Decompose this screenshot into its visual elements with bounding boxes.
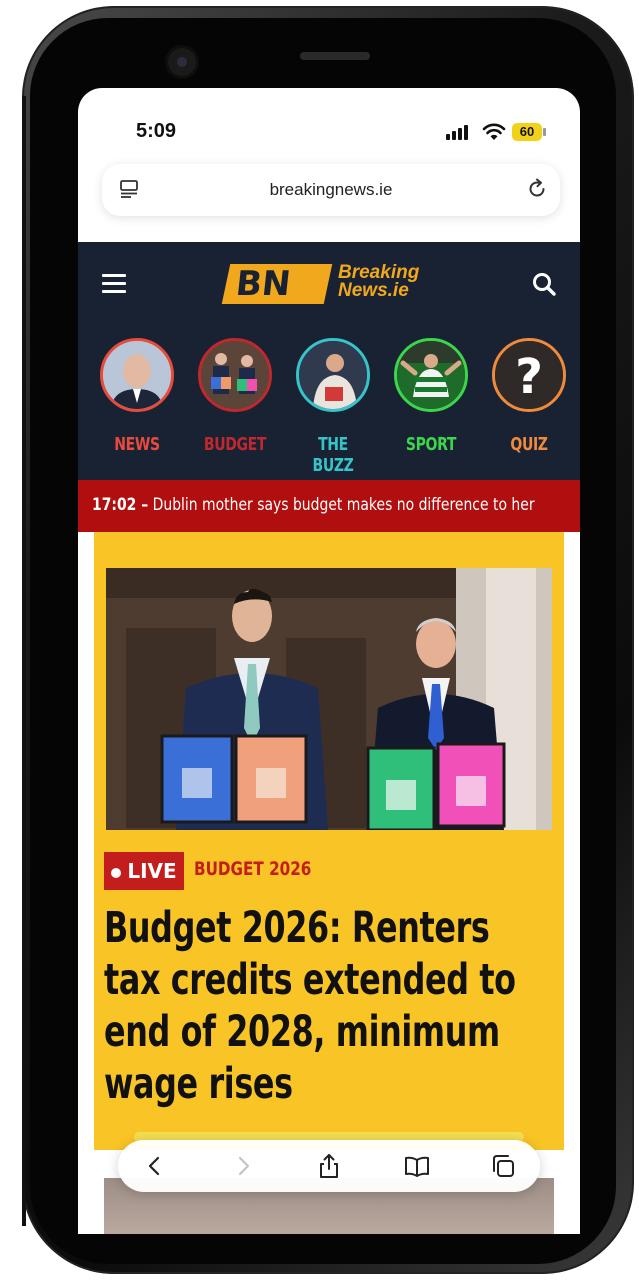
- tabs-icon[interactable]: [490, 1153, 516, 1179]
- live-dot-icon: [111, 867, 122, 878]
- story-label: SPORT: [405, 434, 457, 455]
- bookmarks-icon[interactable]: [404, 1153, 430, 1179]
- article-headline[interactable]: Budget 2026: Renters tax credits extende…: [104, 902, 533, 1110]
- wifi-icon: [482, 123, 506, 140]
- back-icon[interactable]: [142, 1153, 168, 1179]
- logo-wordmark: Breaking News.ie: [338, 263, 419, 301]
- news-avatar-image: [103, 341, 171, 409]
- phone-edge: [22, 96, 26, 1226]
- status-bar: 5:09 60: [78, 88, 580, 168]
- story-label: BUDGET: [203, 434, 267, 455]
- signal-icon: [446, 124, 468, 140]
- live-badge-label: LIVE: [127, 859, 177, 883]
- menu-icon[interactable]: [102, 274, 126, 294]
- headline-line: wage rises: [104, 1059, 293, 1109]
- lead-story-image[interactable]: [106, 568, 552, 830]
- logo-mark: BN: [221, 264, 333, 304]
- story-ring: [100, 338, 174, 412]
- headline-line: tax credits extended to: [104, 955, 516, 1005]
- story-label: THE BUZZ: [312, 434, 354, 476]
- camera-icon: [168, 48, 196, 76]
- site-logo[interactable]: BN Breaking News.ie: [221, 262, 436, 308]
- main-content: LIVE BUDGET 2026 Budget 2026: Renters ta…: [78, 532, 580, 1234]
- logo-mark-text: BN: [233, 264, 293, 304]
- question-mark-icon: ?: [495, 341, 563, 409]
- story-news[interactable]: NEWS: [92, 338, 182, 455]
- budget-avatar-image: [201, 341, 269, 409]
- news-ticker[interactable]: 17:02 – Dublin mother says budget makes …: [78, 480, 580, 532]
- browser-toolbar: [118, 1140, 540, 1192]
- address-bar[interactable]: breakingnews.ie: [102, 164, 560, 216]
- story-label: NEWS: [114, 434, 160, 455]
- svg-text:?: ?: [515, 349, 543, 405]
- speaker-grille: [300, 52, 370, 60]
- share-icon[interactable]: [316, 1153, 342, 1179]
- battery-cap: [543, 128, 546, 136]
- reload-icon[interactable]: [526, 178, 548, 200]
- phone-screen: 5:09 60 breakingnews.ie BN Breaking News…: [78, 88, 580, 1234]
- story-circles: NEWS BUDGET THE BUZZ SPORT ? QUIZ: [78, 338, 580, 476]
- headline-line: Budget 2026: Renters: [104, 903, 490, 953]
- story-budget[interactable]: BUDGET: [190, 338, 280, 455]
- ticker-time: 17:02 –: [92, 495, 149, 515]
- buzz-avatar-image: [299, 341, 367, 409]
- story-sport[interactable]: SPORT: [386, 338, 476, 455]
- live-badge: LIVE: [104, 852, 184, 890]
- sport-avatar-image: [397, 341, 465, 409]
- status-time: 5:09: [136, 120, 177, 142]
- ticker-item[interactable]: 17:02 – Dublin mother says budget makes …: [92, 495, 535, 515]
- headline-line: end of 2028, minimum: [104, 1007, 500, 1057]
- forward-icon[interactable]: [230, 1153, 256, 1179]
- story-label: QUIZ: [510, 434, 548, 455]
- article-category[interactable]: BUDGET 2026: [194, 858, 311, 880]
- search-icon[interactable]: [530, 270, 558, 298]
- battery-indicator: 60: [512, 123, 542, 141]
- url-text[interactable]: breakingnews.ie: [102, 180, 560, 200]
- story-the-buzz[interactable]: THE BUZZ: [288, 338, 378, 476]
- ticker-headline: Dublin mother says budget makes no diffe…: [152, 495, 535, 515]
- story-quiz[interactable]: ? QUIZ: [484, 338, 574, 455]
- lead-story-card[interactable]: LIVE BUDGET 2026 Budget 2026: Renters ta…: [94, 532, 564, 1150]
- logo-line-2: News.ie: [338, 280, 409, 301]
- site-header: BN Breaking News.ie NEWS BUDGET THE BUZZ…: [78, 242, 580, 480]
